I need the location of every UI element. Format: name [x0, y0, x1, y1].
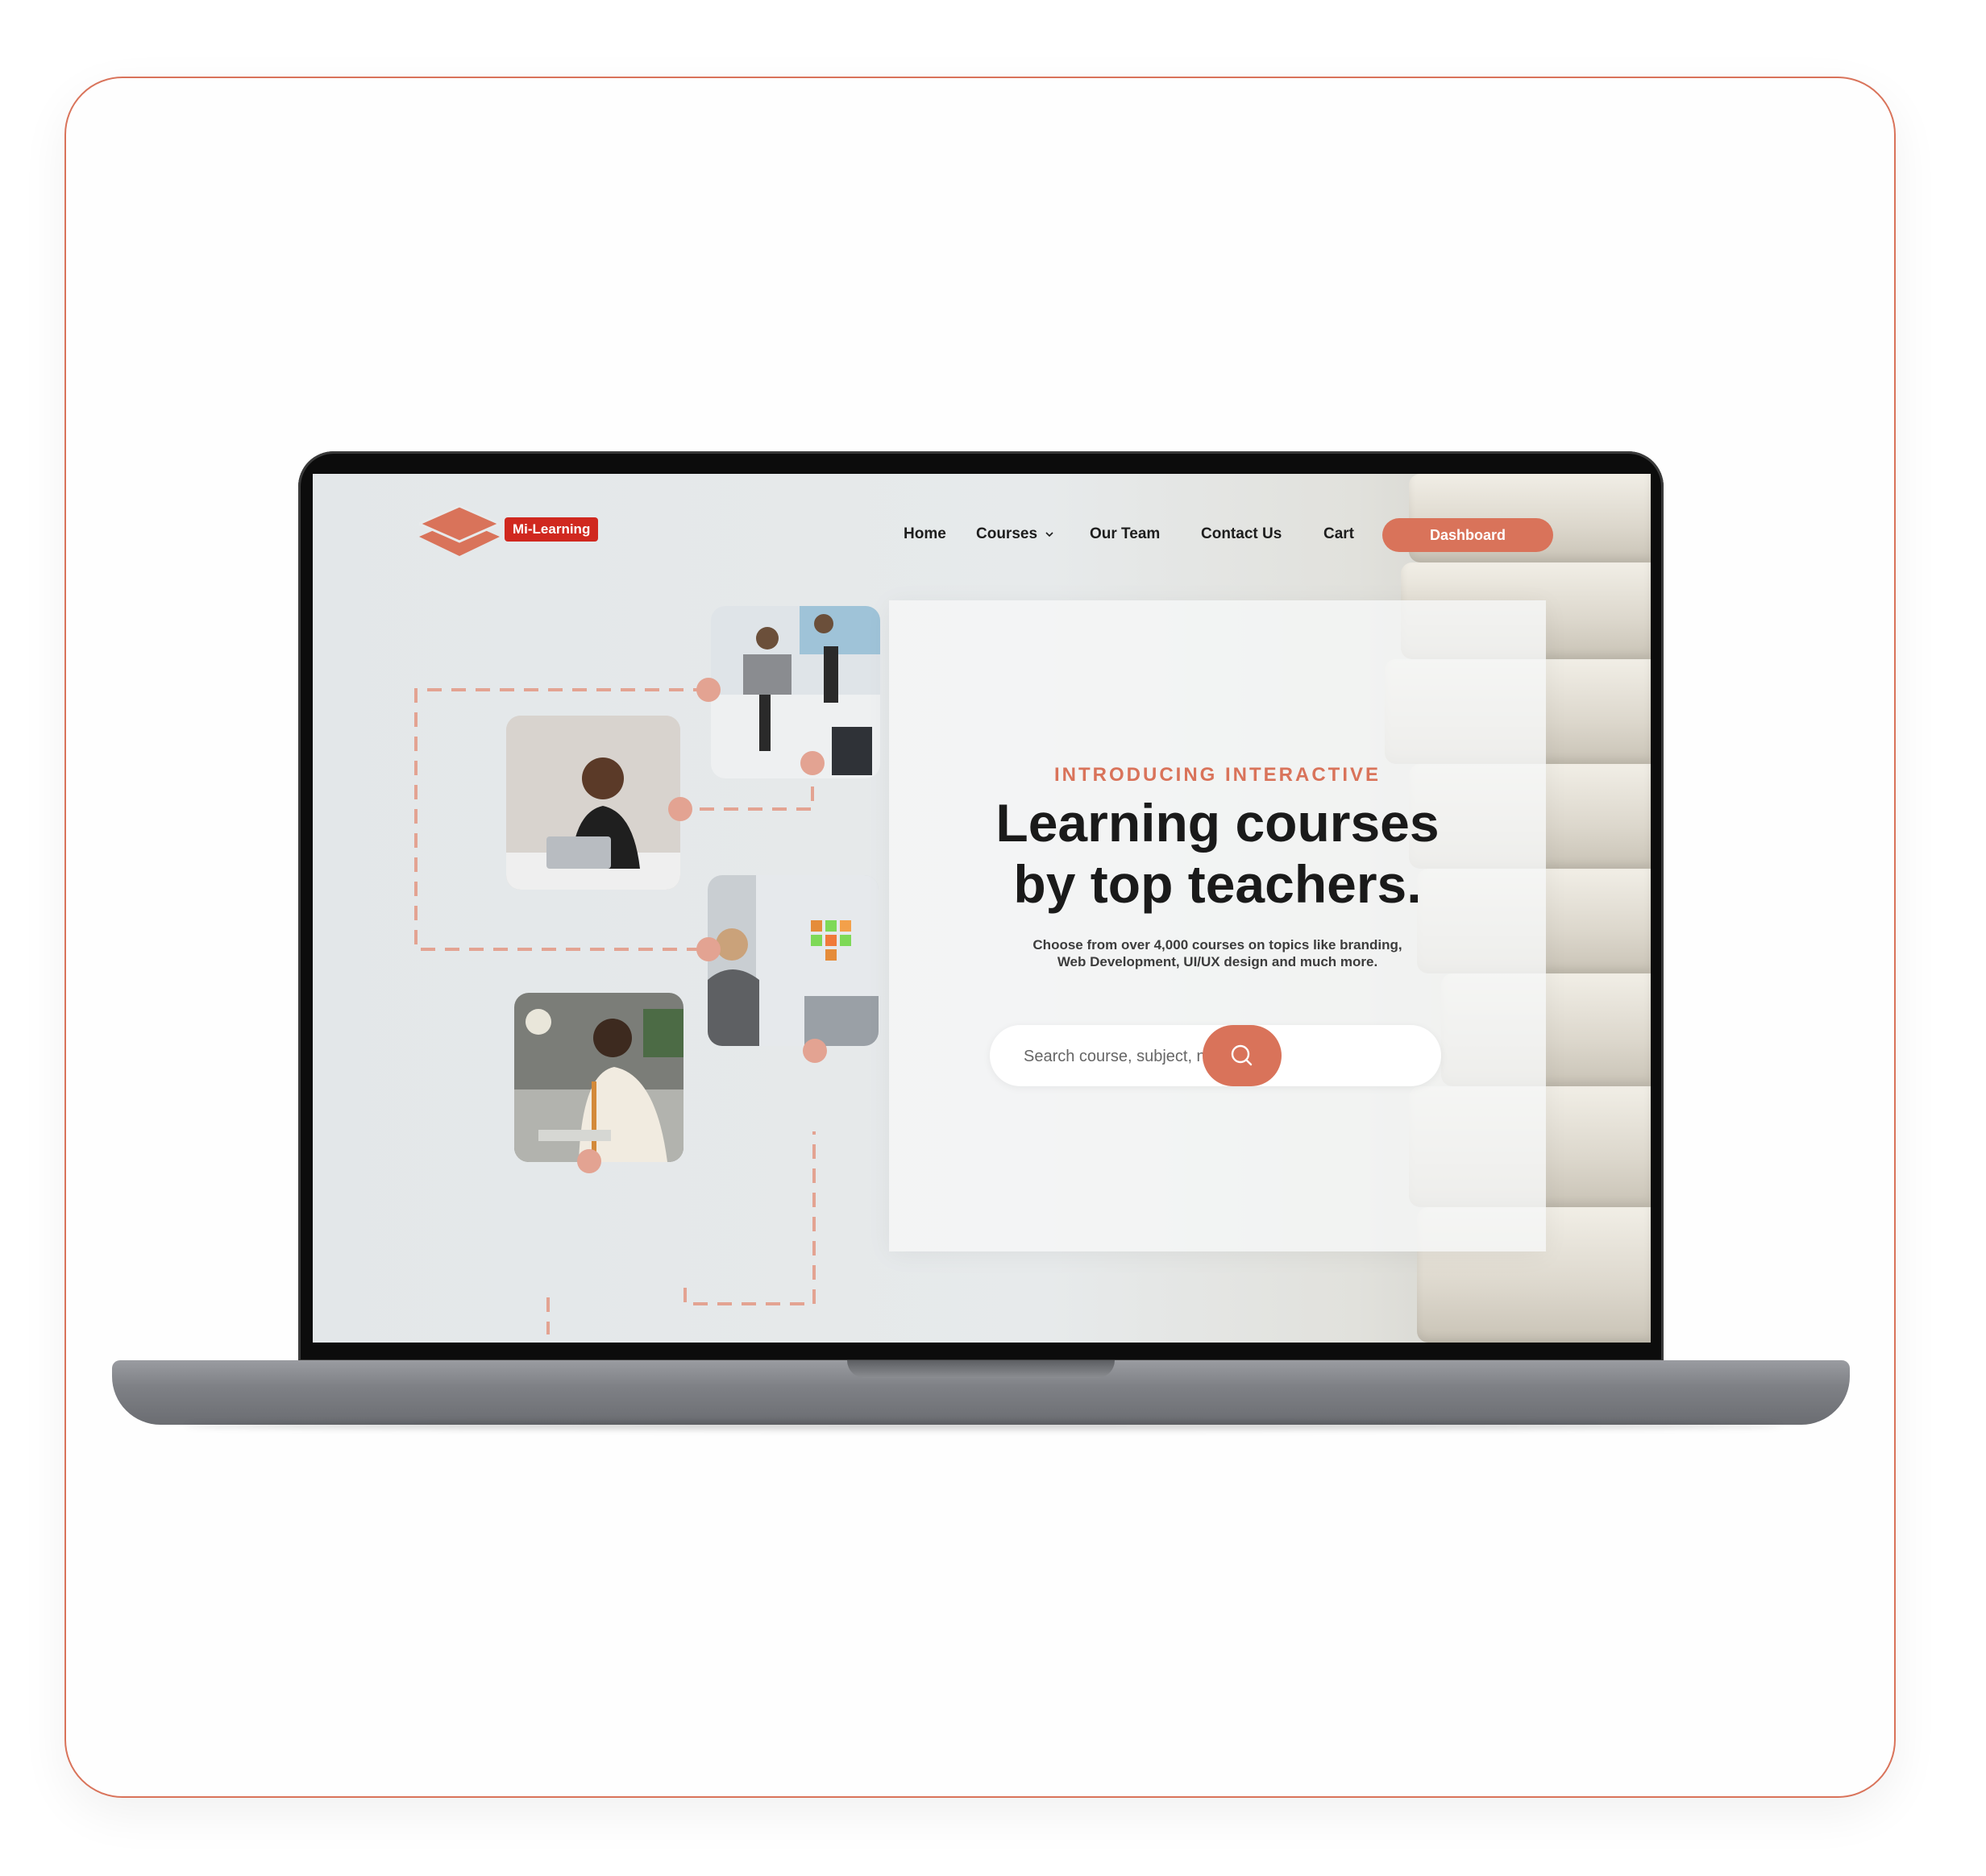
hero-subtext-line1: Choose from over 4,000 courses on topics…	[1032, 937, 1402, 953]
nav-courses[interactable]: Courses	[976, 525, 1054, 543]
nav-contact-us[interactable]: Contact Us	[1201, 525, 1282, 543]
nav-courses-label: Courses	[976, 525, 1038, 542]
search-icon	[1231, 1044, 1253, 1066]
hero-card	[889, 600, 1546, 1251]
hero-headline-line1: Learning courses	[995, 793, 1440, 853]
hero-headline-line2: by top teachers.	[1013, 854, 1422, 914]
nav-our-team[interactable]: Our Team	[1090, 525, 1160, 543]
laptop-notch	[847, 1360, 1115, 1378]
connector-dot	[803, 1039, 827, 1063]
photo-office-desks	[711, 606, 880, 778]
connector-dot	[800, 751, 825, 775]
dashboard-button[interactable]: Dashboard	[1382, 518, 1553, 552]
search-input[interactable]	[1022, 1025, 1380, 1088]
hero-subtext: Choose from over 4,000 courses on topics…	[970, 936, 1465, 970]
laptop-shadow	[185, 1422, 1781, 1430]
photo-woman-sticky-notes	[708, 875, 879, 1046]
nav-cart[interactable]: Cart	[1323, 525, 1354, 543]
connector-dot	[668, 797, 692, 821]
chevron-down-icon	[1045, 532, 1053, 537]
hero-eyebrow: INTRODUCING INTERACTIVE	[1054, 764, 1381, 786]
hero-subtext-line2: Web Development, UI/UX design and much m…	[1057, 954, 1378, 969]
hero-headline: Learning courses by top teachers.	[889, 792, 1546, 915]
photo-man-desk-lamp	[514, 993, 683, 1162]
connector-dot	[577, 1149, 601, 1173]
connector-dot	[696, 678, 721, 702]
connector-dot	[696, 937, 721, 961]
search-button[interactable]	[1203, 1025, 1282, 1086]
photo-man-laptop	[506, 716, 680, 890]
laptop-screen: Mi-Learning Home Courses Our Team Contac…	[313, 474, 1651, 1343]
